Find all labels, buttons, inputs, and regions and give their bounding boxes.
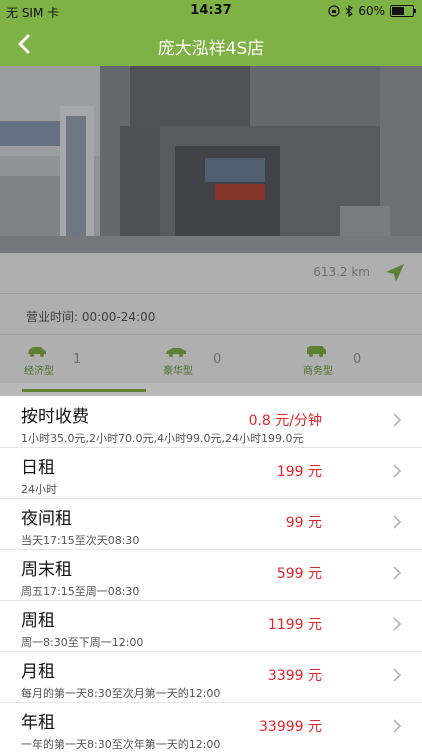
price-name: 月租 [21, 662, 55, 682]
battery-percent: 60% [358, 4, 385, 18]
chevron-right-icon [393, 668, 402, 682]
price-value: 1199 元 [267, 617, 322, 633]
price-name: 周租 [21, 611, 55, 631]
modal-backdrop[interactable] [0, 66, 422, 396]
battery-icon [390, 5, 416, 17]
price-row-weekly[interactable]: 周租 周一8:30至下周一12:00 1199 元 [0, 600, 422, 652]
price-name: 周末租 [21, 560, 72, 580]
price-value: 0.8 元/分钟 [248, 413, 322, 429]
price-desc: 24小时 [21, 483, 57, 496]
price-row-hourly[interactable]: 按时收费 1小时35.0元,2小时70.0元,4小时99.0元,24小时199.… [0, 396, 422, 448]
nav-bar: 庞大泓祥4S店 [0, 22, 422, 66]
price-desc: 周一8:30至下周一12:00 [21, 636, 144, 649]
chevron-right-icon [393, 464, 402, 478]
price-name: 年租 [21, 713, 55, 733]
price-name: 日租 [21, 458, 55, 478]
price-desc: 当天17:15至次天08:30 [21, 534, 140, 547]
price-name: 夜间租 [21, 509, 72, 529]
page-title: 庞大泓祥4S店 [157, 39, 265, 59]
status-bar: 无 SIM 卡 14:37 60% [0, 0, 422, 22]
price-row-yearly[interactable]: 年租 一年的第一天8:30至次年第一天的12:00 33999 元 [0, 702, 422, 753]
price-value: 199 元 [276, 464, 322, 480]
price-desc: 1小时35.0元,2小时70.0元,4小时99.0元,24小时199.0元 [21, 432, 304, 445]
chevron-right-icon [393, 719, 402, 733]
status-right: 60% [328, 4, 416, 18]
price-desc: 每月的第一天8:30至次月第一天的12:00 [21, 687, 221, 700]
chevron-right-icon [393, 617, 402, 631]
chevron-right-icon [393, 515, 402, 529]
price-row-daily[interactable]: 日租 24小时 199 元 [0, 447, 422, 499]
price-value: 99 元 [285, 515, 322, 531]
lock-rotation-icon [328, 5, 340, 17]
price-value: 599 元 [276, 566, 322, 582]
chevron-right-icon [393, 566, 402, 580]
price-row-weekend[interactable]: 周末租 周五17:15至周一08:30 599 元 [0, 549, 422, 601]
price-sheet: 按时收费 1小时35.0元,2小时70.0元,4小时99.0元,24小时199.… [0, 396, 422, 753]
chevron-right-icon [393, 413, 402, 427]
price-row-night[interactable]: 夜间租 当天17:15至次天08:30 99 元 [0, 498, 422, 550]
price-value: 33999 元 [259, 719, 322, 735]
bluetooth-icon [345, 5, 354, 17]
price-name: 按时收费 [21, 407, 89, 427]
price-desc: 周五17:15至周一08:30 [21, 585, 140, 598]
price-value: 3399 元 [267, 668, 322, 684]
price-row-monthly[interactable]: 月租 每月的第一天8:30至次月第一天的12:00 3399 元 [0, 651, 422, 703]
